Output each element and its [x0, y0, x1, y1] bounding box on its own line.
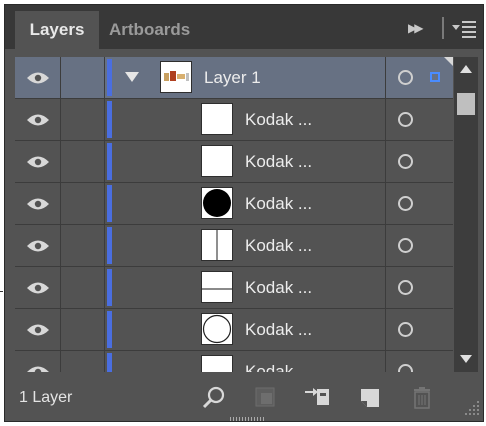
layer-name[interactable]: Layer 1 — [204, 57, 261, 98]
layers-panel: Layers Artboards ▶▶ Layer 1 Kodak ... Ko… — [4, 4, 484, 422]
lock-toggle[interactable] — [61, 225, 105, 266]
lock-toggle[interactable] — [61, 309, 105, 350]
sublayer-row[interactable]: Kodak — [15, 351, 453, 372]
lock-toggle[interactable] — [61, 267, 105, 308]
sublayer-row[interactable]: Kodak ... — [15, 225, 453, 267]
layer-row-layer-1[interactable]: Layer 1 — [15, 57, 453, 99]
tab-layers[interactable]: Layers — [15, 11, 99, 49]
target-column — [385, 309, 453, 350]
object-name[interactable]: Kodak ... — [245, 225, 312, 266]
tab-bar: Layers Artboards ▶▶ — [5, 5, 483, 49]
fast-forward-icon[interactable]: ▶▶ — [408, 21, 430, 41]
target-column — [385, 57, 453, 98]
target-circle-icon[interactable] — [398, 154, 413, 169]
target-circle-icon[interactable] — [398, 196, 413, 211]
eye-icon — [26, 72, 49, 83]
visibility-toggle[interactable] — [15, 141, 61, 182]
create-sublayer-icon[interactable] — [303, 385, 329, 411]
object-thumbnail — [201, 271, 233, 303]
target-column — [385, 141, 453, 182]
object-name[interactable]: Kodak ... — [245, 141, 312, 182]
lock-toggle[interactable] — [61, 183, 105, 224]
object-thumbnail — [201, 187, 233, 219]
object-thumbnail — [201, 355, 233, 372]
visibility-toggle[interactable] — [15, 225, 61, 266]
layer-color-bar — [107, 143, 112, 180]
target-circle-icon[interactable] — [398, 70, 413, 85]
sublayer-row[interactable]: Kodak ... — [15, 267, 453, 309]
scrollbar-thumb[interactable] — [457, 93, 475, 115]
lock-toggle[interactable] — [61, 351, 105, 372]
delete-icon[interactable] — [409, 385, 435, 411]
object-name[interactable]: Kodak ... — [245, 183, 312, 224]
divider — [442, 17, 444, 39]
target-column — [385, 351, 453, 372]
tab-artboards[interactable]: Artboards — [109, 11, 209, 49]
selection-square-icon[interactable] — [430, 72, 440, 82]
eye-icon — [26, 240, 49, 251]
divider — [0, 291, 3, 292]
visibility-toggle[interactable] — [15, 183, 61, 224]
target-column — [385, 183, 453, 224]
target-circle-icon[interactable] — [398, 112, 413, 127]
object-thumbnail — [201, 229, 233, 261]
panel-resize-handle[interactable] — [230, 417, 266, 421]
expand-triangle-icon[interactable] — [125, 72, 139, 82]
eye-icon — [26, 198, 49, 209]
lock-toggle[interactable] — [61, 141, 105, 182]
scroll-down-arrow-icon[interactable] — [460, 355, 472, 363]
sublayer-row[interactable]: Kodak ... — [15, 141, 453, 183]
layer-count: 1 Layer — [19, 389, 73, 406]
eye-icon — [26, 324, 49, 335]
layer-color-bar — [107, 59, 112, 96]
visibility-toggle[interactable] — [15, 309, 61, 350]
layer-color-bar — [107, 353, 112, 372]
visibility-toggle[interactable] — [15, 351, 61, 372]
layer-thumbnail — [160, 61, 192, 93]
layer-color-bar — [107, 101, 112, 138]
visibility-toggle[interactable] — [15, 267, 61, 308]
object-name[interactable]: Kodak — [245, 351, 293, 372]
object-thumbnail — [201, 103, 233, 135]
object-name[interactable]: Kodak ... — [245, 267, 312, 308]
corner-indicator-icon — [444, 57, 453, 66]
eye-icon — [26, 282, 49, 293]
resize-grip-icon[interactable] — [463, 399, 481, 417]
lock-toggle[interactable] — [61, 57, 105, 98]
panel-menu-icon[interactable] — [452, 19, 478, 39]
layer-color-bar — [107, 311, 112, 348]
visibility-toggle[interactable] — [15, 57, 61, 98]
target-circle-icon[interactable] — [398, 322, 413, 337]
make-clipping-mask-icon[interactable] — [253, 385, 279, 411]
target-circle-icon[interactable] — [398, 280, 413, 295]
object-thumbnail — [201, 313, 233, 345]
eye-icon — [26, 366, 49, 372]
lock-toggle[interactable] — [61, 99, 105, 140]
eye-icon — [26, 114, 49, 125]
layer-color-bar — [107, 185, 112, 222]
create-new-layer-icon[interactable] — [357, 385, 383, 411]
layer-color-bar — [107, 269, 112, 306]
target-circle-icon[interactable] — [398, 238, 413, 253]
target-circle-icon[interactable] — [398, 364, 413, 372]
target-column — [385, 225, 453, 266]
layer-color-bar — [107, 227, 112, 264]
vertical-scrollbar[interactable] — [454, 57, 478, 372]
scroll-up-arrow-icon[interactable] — [460, 65, 472, 73]
sublayer-row[interactable]: Kodak ... — [15, 99, 453, 141]
sublayer-row[interactable]: Kodak ... — [15, 309, 453, 351]
sublayer-row[interactable]: Kodak ... — [15, 183, 453, 225]
visibility-toggle[interactable] — [15, 99, 61, 140]
locate-object-icon[interactable] — [201, 385, 227, 411]
eye-icon — [26, 156, 49, 167]
panel-footer: 1 Layer — [5, 375, 483, 421]
object-name[interactable]: Kodak ... — [245, 99, 312, 140]
target-column — [385, 99, 453, 140]
object-name[interactable]: Kodak ... — [245, 309, 312, 350]
layers-list: Layer 1 Kodak ... Kodak ... Kodak ... Ko… — [15, 57, 453, 372]
target-column — [385, 267, 453, 308]
object-thumbnail — [201, 145, 233, 177]
